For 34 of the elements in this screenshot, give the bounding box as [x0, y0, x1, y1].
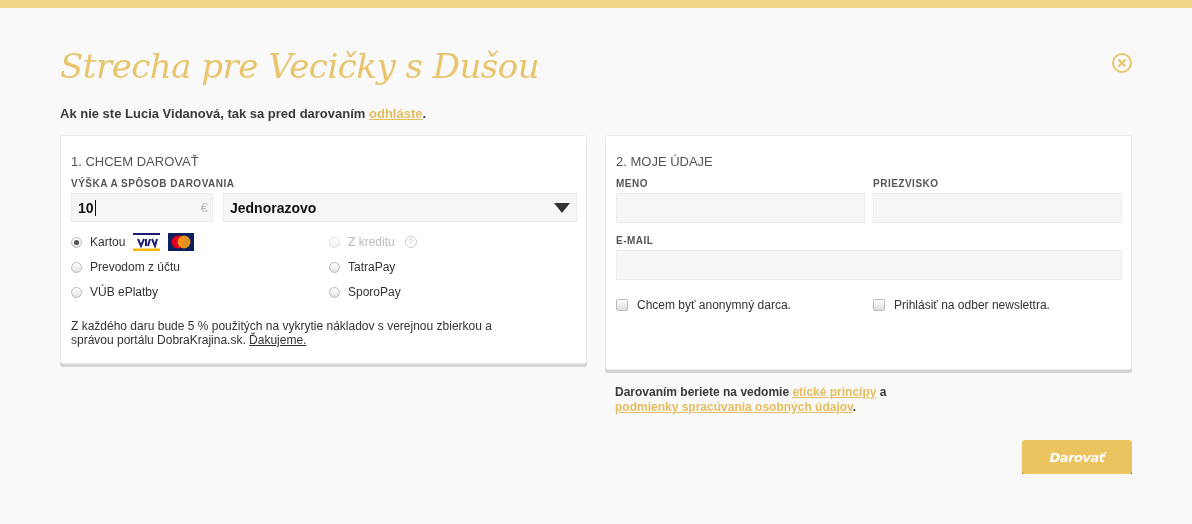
radio-button[interactable] [71, 236, 82, 248]
checkbox[interactable] [616, 299, 628, 311]
option-label: Prevodom z účtu [90, 260, 181, 274]
field-label: MENO [616, 178, 649, 189]
checkbox[interactable] [873, 299, 885, 311]
currency-symbol: € [200, 200, 208, 215]
fee-note: Z každého daru bude 5 % použitých na vykrytie nákladov s verejnou zbierkou a správou portálu DobraKrajina.sk. Ďakujeme. [71, 319, 493, 347]
radio-button[interactable] [71, 261, 82, 273]
option-label: Kartou [90, 235, 126, 249]
option-label: VÚB ePlatby [90, 285, 159, 299]
radio-button[interactable] [329, 261, 340, 273]
amount-field[interactable]: 10 € [71, 193, 213, 222]
close-icon[interactable] [1111, 52, 1133, 74]
checkbox-label: Chcem byť anonymný darca. [637, 298, 791, 312]
section-heading: 2. MOJE ÚDAJE [616, 154, 714, 169]
dropdown-arrow-icon [554, 202, 570, 213]
field-label: E-MAIL [616, 235, 655, 246]
radio-button[interactable] [329, 286, 340, 298]
radio-button[interactable] [71, 286, 82, 298]
page-title: Strecha pre Vecičky s Dušou [60, 46, 540, 86]
link[interactable]: odhláste [369, 106, 423, 121]
option-label: Z kreditu [348, 235, 395, 249]
option-label: TatraPay [348, 260, 396, 274]
link[interactable]: podmienky spracúvania osobných údajov [615, 400, 853, 414]
frequency-dropdown[interactable]: Jednorazovo [223, 193, 577, 222]
field-label: PRIEZVISKO [873, 178, 940, 189]
link[interactable]: etické princípy [792, 385, 877, 399]
section-heading: 1. CHCEM DAROVAŤ [71, 154, 200, 169]
field-label: VÝŠKA A SPÔSOB DAROVANIA [71, 178, 236, 189]
consent-note: Darovaním beriete na vedomie etické princípy a podmienky spracúvania osobných údajov. [615, 385, 888, 415]
donate-button[interactable]: Darovať [1022, 440, 1132, 474]
checkbox-label: Prihlásiť na odber newslettra. [894, 298, 1050, 312]
option-label: SporoPay [348, 285, 401, 299]
logout-note: Ak nie ste Lucia Vidanová, tak sa pred darovaním odhláste. [60, 106, 428, 121]
